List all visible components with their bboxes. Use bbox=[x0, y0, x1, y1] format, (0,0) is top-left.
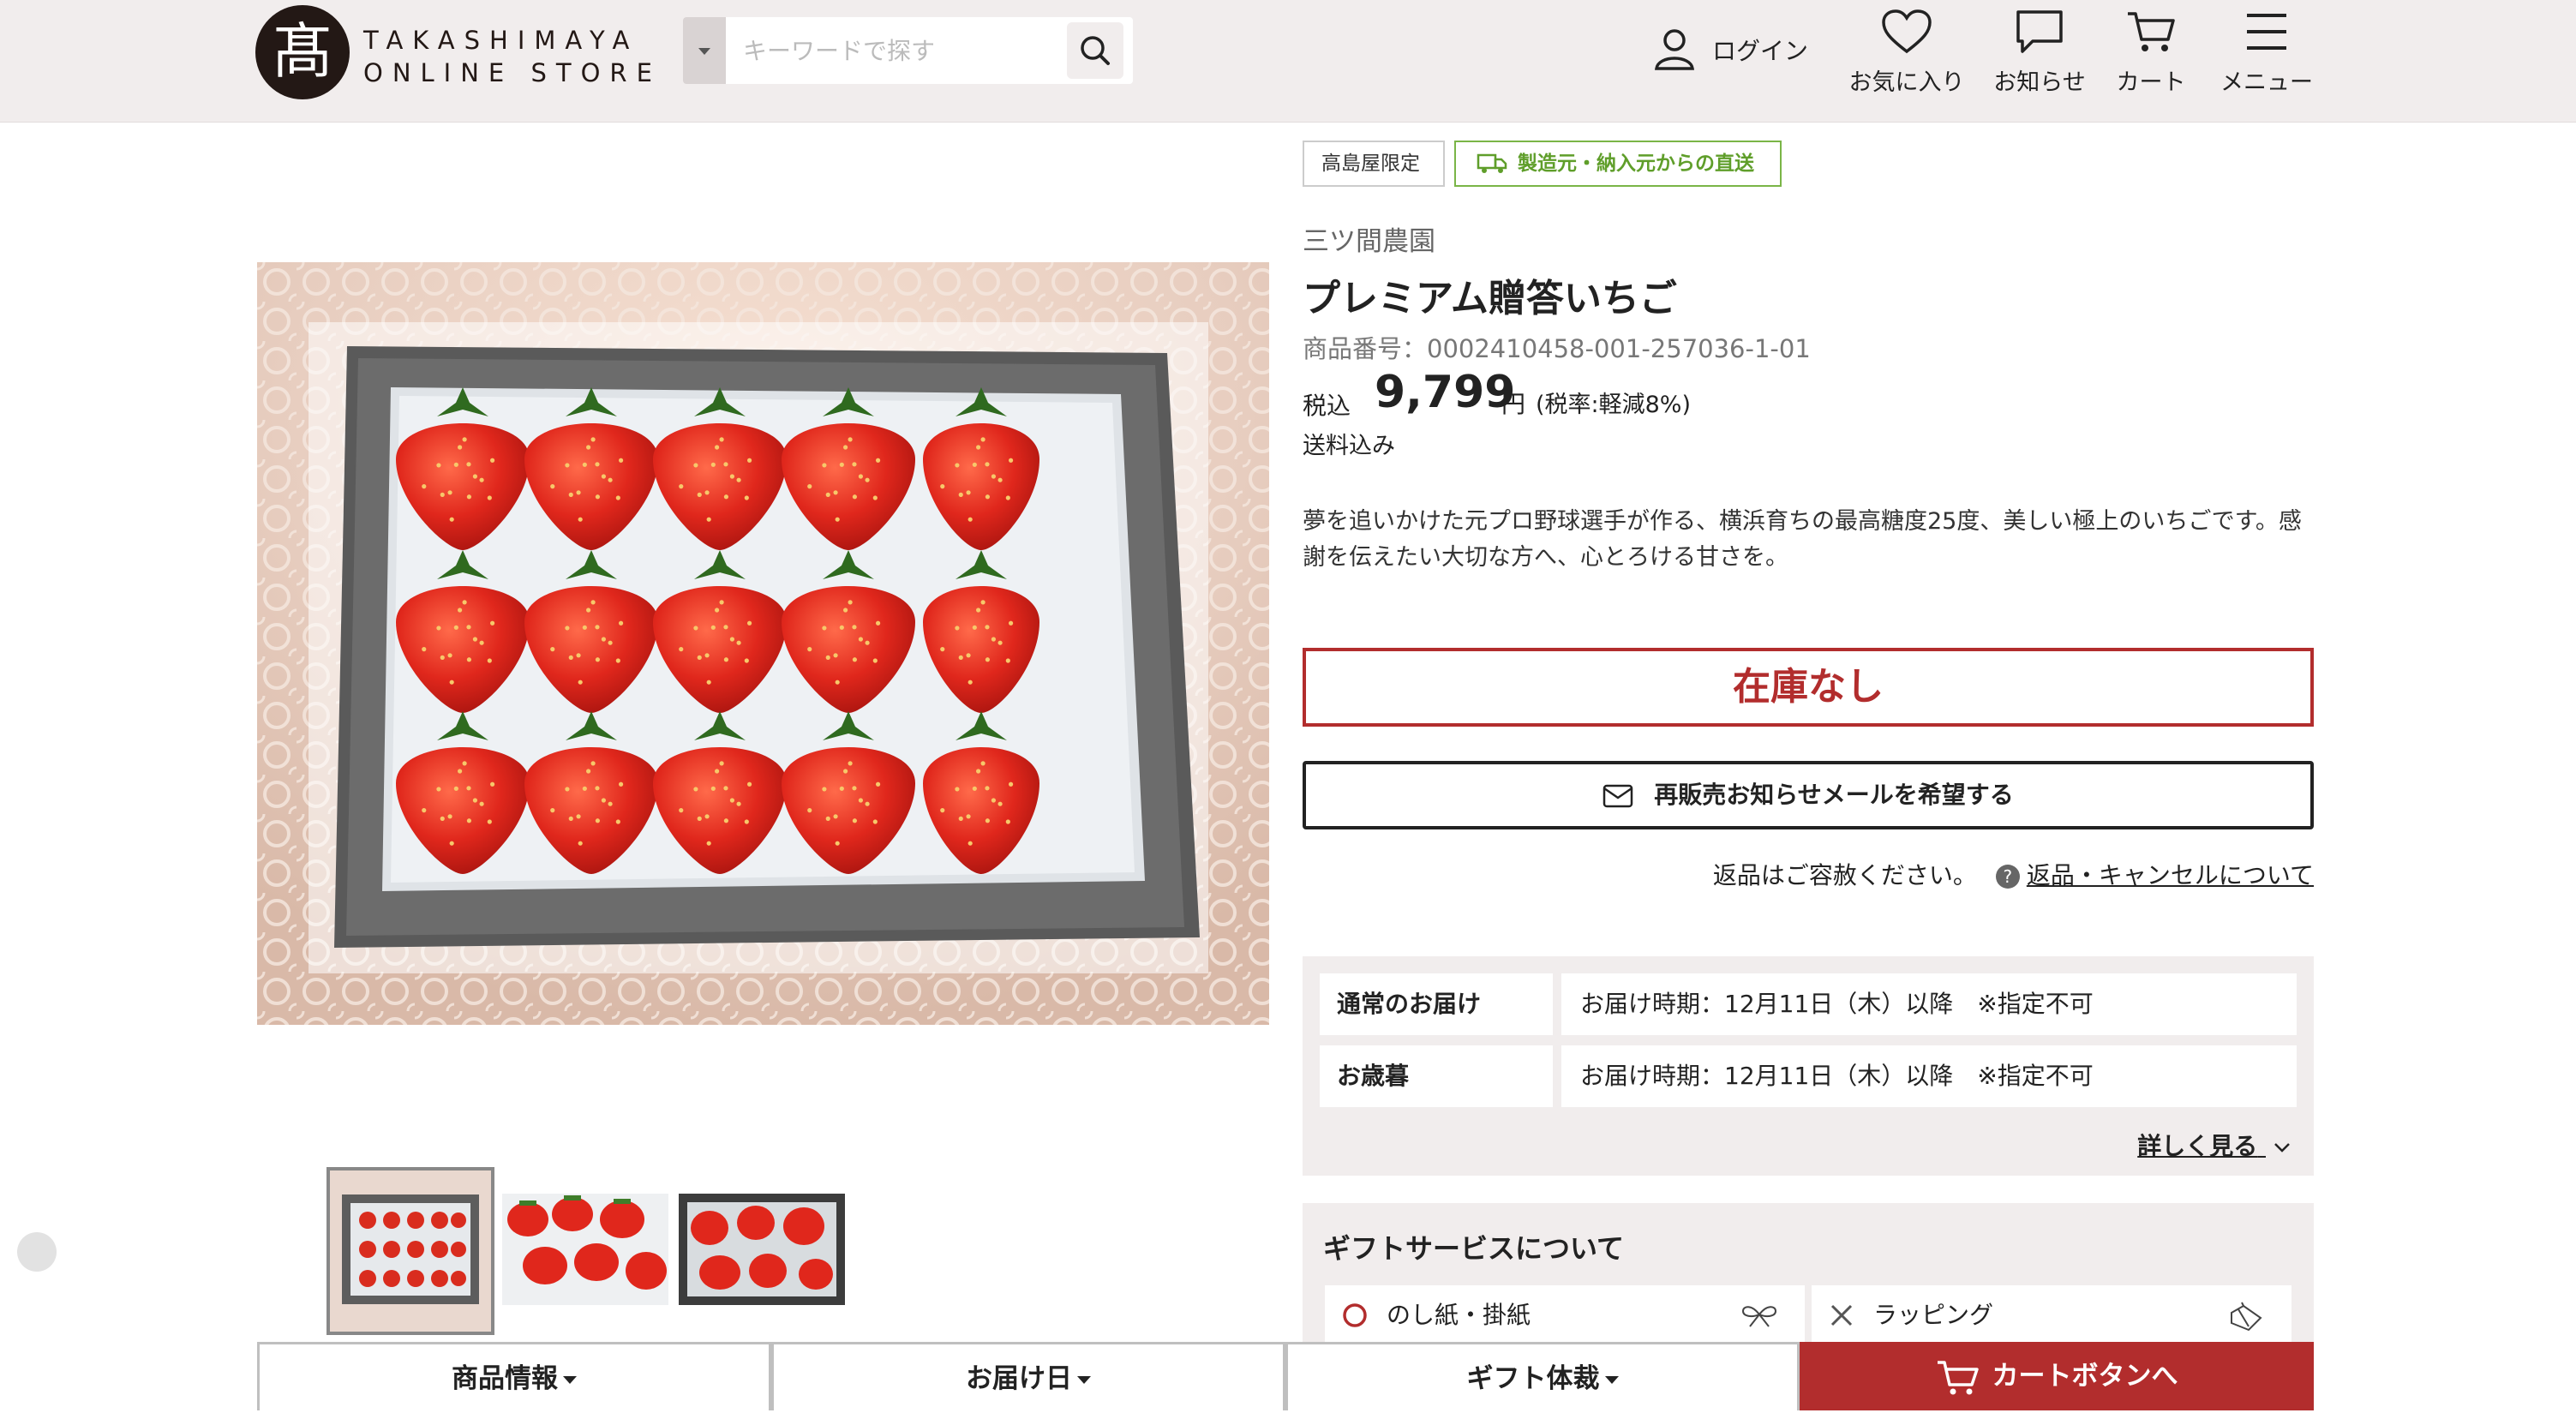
thumbnail-strawberries-closeup bbox=[502, 1194, 668, 1305]
out-of-stock-button[interactable]: 在庫なし bbox=[1303, 648, 2314, 727]
badge-takashimaya-exclusive: 高島屋限定 bbox=[1303, 141, 1445, 187]
chevron-down-icon bbox=[698, 48, 710, 55]
nav-favorites[interactable]: お気に入り bbox=[1842, 0, 1971, 122]
search-button[interactable] bbox=[1067, 22, 1123, 79]
strawberry bbox=[782, 711, 915, 874]
returns-policy-link[interactable]: 返品・キャンセルについて bbox=[2027, 861, 2314, 889]
logo-line-2: ONLINE STORE bbox=[363, 58, 662, 87]
help-icon: ? bbox=[1995, 865, 2020, 889]
strawberry bbox=[923, 387, 1039, 550]
scroll-indicator-dot[interactable] bbox=[17, 1232, 57, 1272]
price-unit: 円 bbox=[1501, 390, 1526, 418]
cart-icon bbox=[1937, 1360, 1979, 1394]
price-value: 9,799 bbox=[1375, 367, 1516, 418]
available-circle-icon bbox=[1343, 1303, 1367, 1327]
delivery-row-standard: 通常のお届け お届け時期：12月11日（木）以降 ※指定不可 bbox=[1320, 973, 2297, 1035]
tab-gift-wrapping[interactable]: ギフト体裁 bbox=[1285, 1342, 1800, 1410]
tab-product-info[interactable]: 商品情報 bbox=[257, 1342, 771, 1410]
strawberry bbox=[782, 550, 915, 713]
logo-line-1: TAKASHIMAYA bbox=[363, 26, 639, 55]
noshi-ribbon-icon bbox=[1741, 1306, 1777, 1327]
badge-direct-shipping: 製造元・納入元からの直送 bbox=[1454, 141, 1782, 187]
heart-icon bbox=[1882, 9, 1932, 54]
store-logo-text[interactable]: TAKASHIMAYA ONLINE STORE bbox=[363, 24, 662, 89]
strawberry bbox=[524, 550, 658, 713]
product-main-image[interactable] bbox=[257, 262, 1269, 1025]
strawberry bbox=[653, 550, 787, 713]
delivery-info-panel: 通常のお届け お届け時期：12月11日（木）以降 ※指定不可 お歳暮 お届け時期… bbox=[1303, 956, 2314, 1176]
restock-notify-button[interactable]: 再販売お知らせメールを希望する bbox=[1303, 761, 2314, 829]
chevron-down-icon bbox=[2274, 1143, 2290, 1153]
strawberry bbox=[923, 550, 1039, 713]
tax-rate-note: (税率:軽減8%) bbox=[1536, 392, 1691, 418]
strawberry bbox=[396, 711, 530, 874]
caret-down-icon bbox=[1604, 1376, 1619, 1384]
gift-service-title: ギフトサービスについて bbox=[1323, 1232, 1625, 1265]
strawberry bbox=[923, 711, 1039, 874]
product-sku: 商品番号：0002410458-001-257036-1-01 bbox=[1303, 334, 1811, 363]
delivery-date-value: お届け時期：12月11日（木）以降 ※指定不可 bbox=[1561, 973, 2297, 1035]
strawberry bbox=[524, 711, 658, 874]
strawberry bbox=[396, 550, 530, 713]
tab-delivery-date[interactable]: お届け日 bbox=[771, 1342, 1285, 1410]
product-description: 夢を追いかけた元プロ野球選手が作る、横浜育ちの最高糖度25度、美しい極上のいちご… bbox=[1303, 508, 2302, 571]
bottom-nav-bar: 商品情報 お届け日 ギフト体裁 カートボタンへ bbox=[257, 1342, 2314, 1410]
strawberries-group bbox=[396, 387, 1039, 874]
price-tax-included-label: 税込 bbox=[1303, 392, 1351, 420]
nav-menu[interactable]: メニュー bbox=[2211, 0, 2322, 122]
caret-down-icon bbox=[563, 1376, 577, 1384]
thumbnail-2[interactable] bbox=[502, 1194, 668, 1305]
shipping-included-label: 送料込み bbox=[1303, 433, 1395, 459]
nav-notifications[interactable]: お知らせ bbox=[1980, 0, 2100, 122]
strawberry bbox=[653, 387, 787, 550]
delivery-type-label: 通常のお届け bbox=[1320, 973, 1553, 1035]
thumbnail-3[interactable] bbox=[679, 1194, 845, 1305]
gift-wrapping-item: ラッピング bbox=[1812, 1285, 2291, 1345]
returns-note: 返品はご容赦ください。? 返品・キャンセルについて bbox=[1712, 861, 2314, 889]
thumbnail-strawberries-tray bbox=[679, 1194, 845, 1305]
nav-cart[interactable]: カート bbox=[2108, 0, 2194, 122]
strawberry bbox=[396, 387, 530, 550]
chat-bubble-icon bbox=[2016, 10, 2063, 53]
strawberry bbox=[782, 387, 915, 550]
search-input[interactable] bbox=[726, 17, 1079, 84]
login-link[interactable]: ログイン bbox=[1712, 33, 1808, 67]
delivery-date-value: お届け時期：12月11日（木）以降 ※指定不可 bbox=[1561, 1045, 2297, 1107]
site-header: 髙 TAKASHIMAYA ONLINE STORE ログイン お気に入り お知… bbox=[0, 0, 2576, 123]
cart-icon bbox=[2128, 12, 2175, 51]
search-category-dropdown[interactable] bbox=[683, 17, 726, 84]
product-title: プレミアム贈答いちご bbox=[1303, 277, 1677, 320]
gift-noshi-item: のし紙・掛紙 bbox=[1325, 1285, 1805, 1345]
brand-name[interactable]: 三ツ間農園 bbox=[1303, 219, 1435, 258]
see-more-link[interactable]: 詳しく見る bbox=[2137, 1128, 2291, 1162]
delivery-truck-icon bbox=[1477, 153, 1507, 173]
strawberry bbox=[653, 711, 787, 874]
thumbnail-strawberry-box bbox=[330, 1171, 491, 1332]
strawberry bbox=[524, 387, 658, 550]
search-bar bbox=[683, 17, 1133, 84]
delivery-row-oseibo: お歳暮 お届け時期：12月11日（木）以降 ※指定不可 bbox=[1320, 1045, 2297, 1107]
search-icon bbox=[1081, 36, 1110, 65]
wrapping-bag-icon bbox=[2231, 1302, 2262, 1332]
unavailable-cross-icon bbox=[1830, 1304, 1853, 1326]
thumbnail-1[interactable] bbox=[326, 1167, 494, 1335]
go-to-cart-button[interactable]: カートボタンへ bbox=[1800, 1342, 2314, 1410]
mail-icon bbox=[1603, 784, 1633, 808]
caret-down-icon bbox=[1077, 1376, 1091, 1384]
takashimaya-logo-icon[interactable]: 髙 bbox=[255, 5, 350, 99]
delivery-type-label: お歳暮 bbox=[1320, 1045, 1553, 1107]
user-icon[interactable] bbox=[1651, 26, 1698, 72]
hamburger-menu-icon bbox=[2247, 14, 2286, 50]
